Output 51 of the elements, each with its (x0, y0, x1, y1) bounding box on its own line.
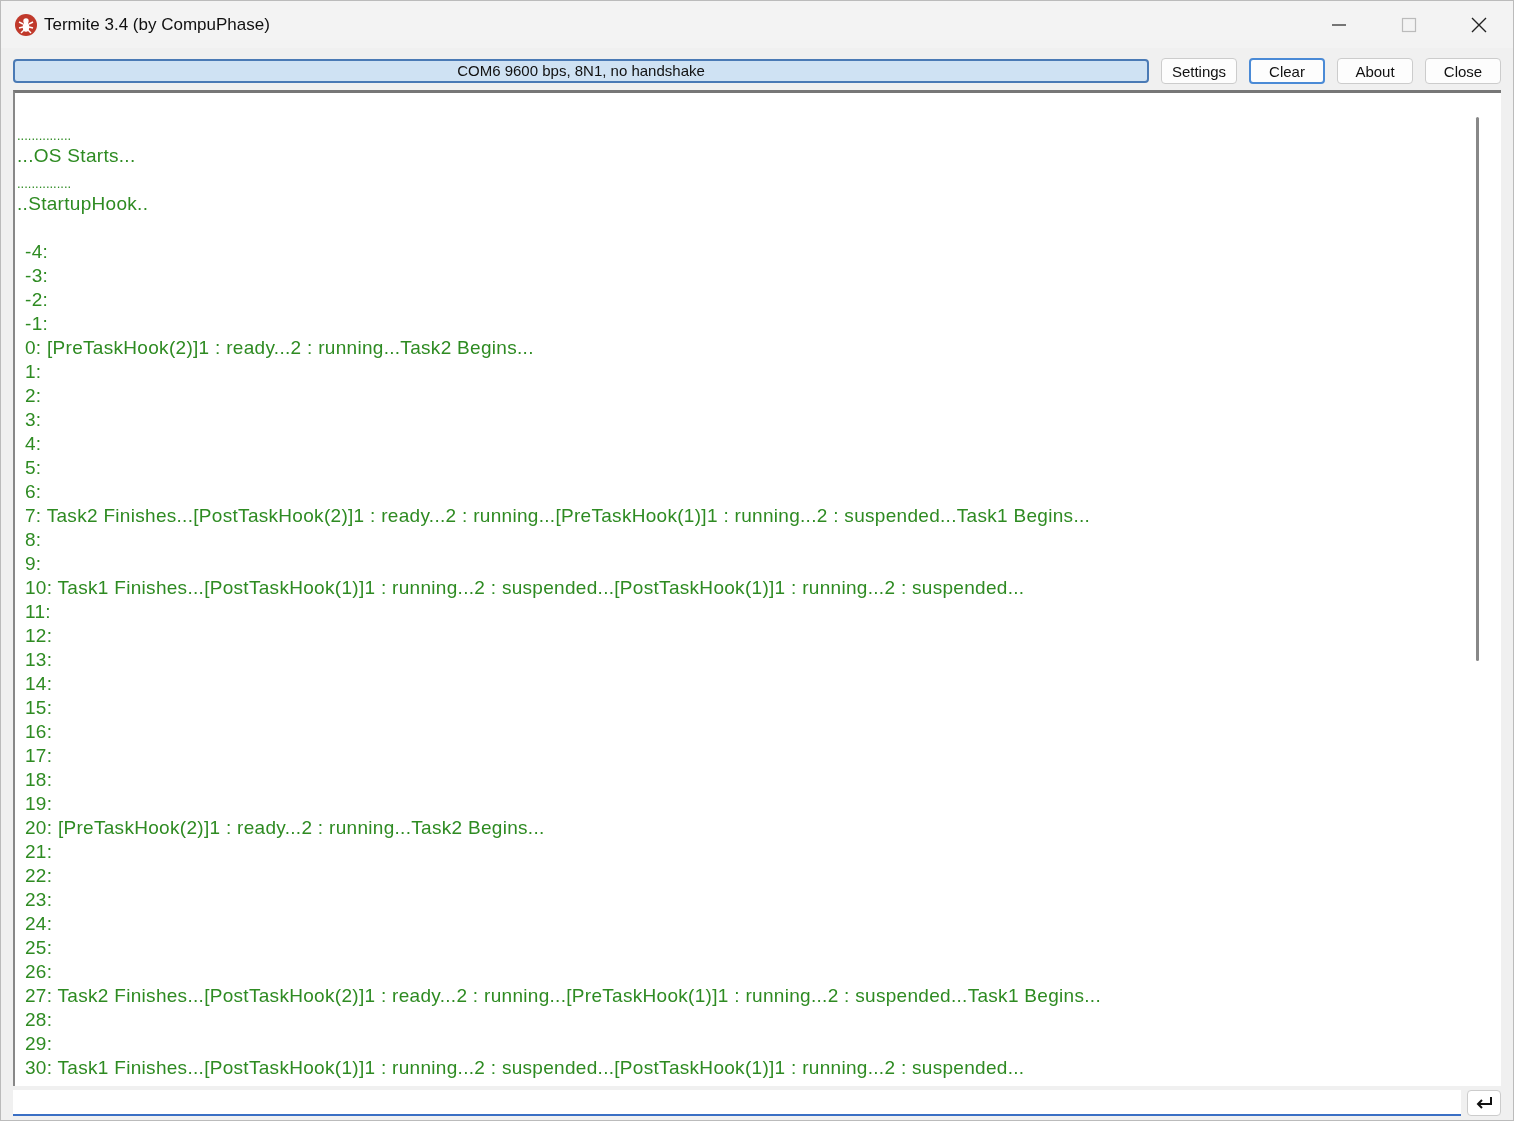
toolbar-button[interactable]: Settings (1161, 58, 1237, 84)
output-line: 23: (25, 889, 53, 910)
output-line: -4: (25, 241, 49, 262)
output-line: 4: (25, 433, 42, 454)
output-line: 16: (25, 721, 53, 742)
output-line: 10: Task1 Finishes...[PostTaskHook(1)]1 : running...2 : suspended...[PostTaskHook(1)]1 : running...2 : suspended... (25, 577, 1025, 598)
output-line: 17: (25, 745, 53, 766)
send-input-field[interactable] (13, 1090, 1461, 1116)
output-line: 27: Task2 Finishes...[PostTaskHook(2)]1 : ready...2 : running...[PreTaskHook(1)]1 : running...2 : suspended...Task1 Begins... (25, 985, 1101, 1006)
output-line: 25: (25, 937, 53, 958)
output-line: 1: (25, 361, 42, 382)
output-line: 22: (25, 865, 53, 886)
toolbar-button[interactable]: Clear (1249, 58, 1325, 84)
ant-icon (14, 12, 38, 37)
output-line: 26: (25, 961, 53, 982)
output-line: 21: (25, 841, 53, 862)
toolbar-button[interactable]: Close (1425, 58, 1501, 84)
output-line: 2: (25, 385, 42, 406)
output-line: 14: (25, 673, 53, 694)
separator-text: ............... (17, 176, 72, 191)
window-title: Termite 3.4 (by CompuPhase) (44, 14, 270, 35)
output-line: 20: [PreTaskHook(2)]1 : ready...2 : running...Task2 Begins... (25, 817, 545, 838)
output-line: 6: (25, 481, 42, 502)
output-line: 29: (25, 1033, 53, 1054)
enter-icon (1474, 1096, 1494, 1110)
output-line: 15: (25, 697, 53, 718)
output-line: ...OS Starts... (17, 145, 136, 166)
output-line: 9: (25, 553, 42, 574)
output-line: 30: Task1 Finishes...[PostTaskHook(1)]1 : running...2 : suspended...[PostTaskHook(1)]1 : running...2 : suspended... (25, 1057, 1025, 1078)
output-line: ..StartupHook.. (17, 193, 149, 214)
output-line: -2: (25, 289, 49, 310)
output-line: 8: (25, 529, 42, 550)
output-line: -1: (25, 313, 49, 334)
output-line: 28: (25, 1009, 53, 1030)
output-line: -3: (25, 265, 49, 286)
output-line: 24: (25, 913, 53, 934)
send-button[interactable] (1467, 1090, 1501, 1116)
close-icon[interactable] (1471, 16, 1487, 33)
output-line: 12: (25, 625, 53, 646)
output-line: 5: (25, 457, 42, 478)
output-line: 3: (25, 409, 42, 430)
connection-status-bar[interactable]: COM6 9600 bps, 8N1, no handshake (13, 59, 1149, 83)
output-line: 0: [PreTaskHook(2)]1 : ready...2 : running...Task2 Begins... (25, 337, 534, 358)
separator-text: ............... (17, 128, 72, 143)
toolbar-button[interactable]: About (1337, 58, 1413, 84)
output-line: 13: (25, 649, 53, 670)
output-line: 18: (25, 769, 53, 790)
output-line: 11: (25, 601, 51, 622)
scrollbar-thumb[interactable] (1476, 117, 1479, 661)
output-line: 7: Task2 Finishes...[PostTaskHook(2)]1 : ready...2 : running...[PreTaskHook(1)]1 : running...2 : suspended...Task1 Begins... (25, 505, 1091, 526)
output-line: 19: (25, 793, 53, 814)
